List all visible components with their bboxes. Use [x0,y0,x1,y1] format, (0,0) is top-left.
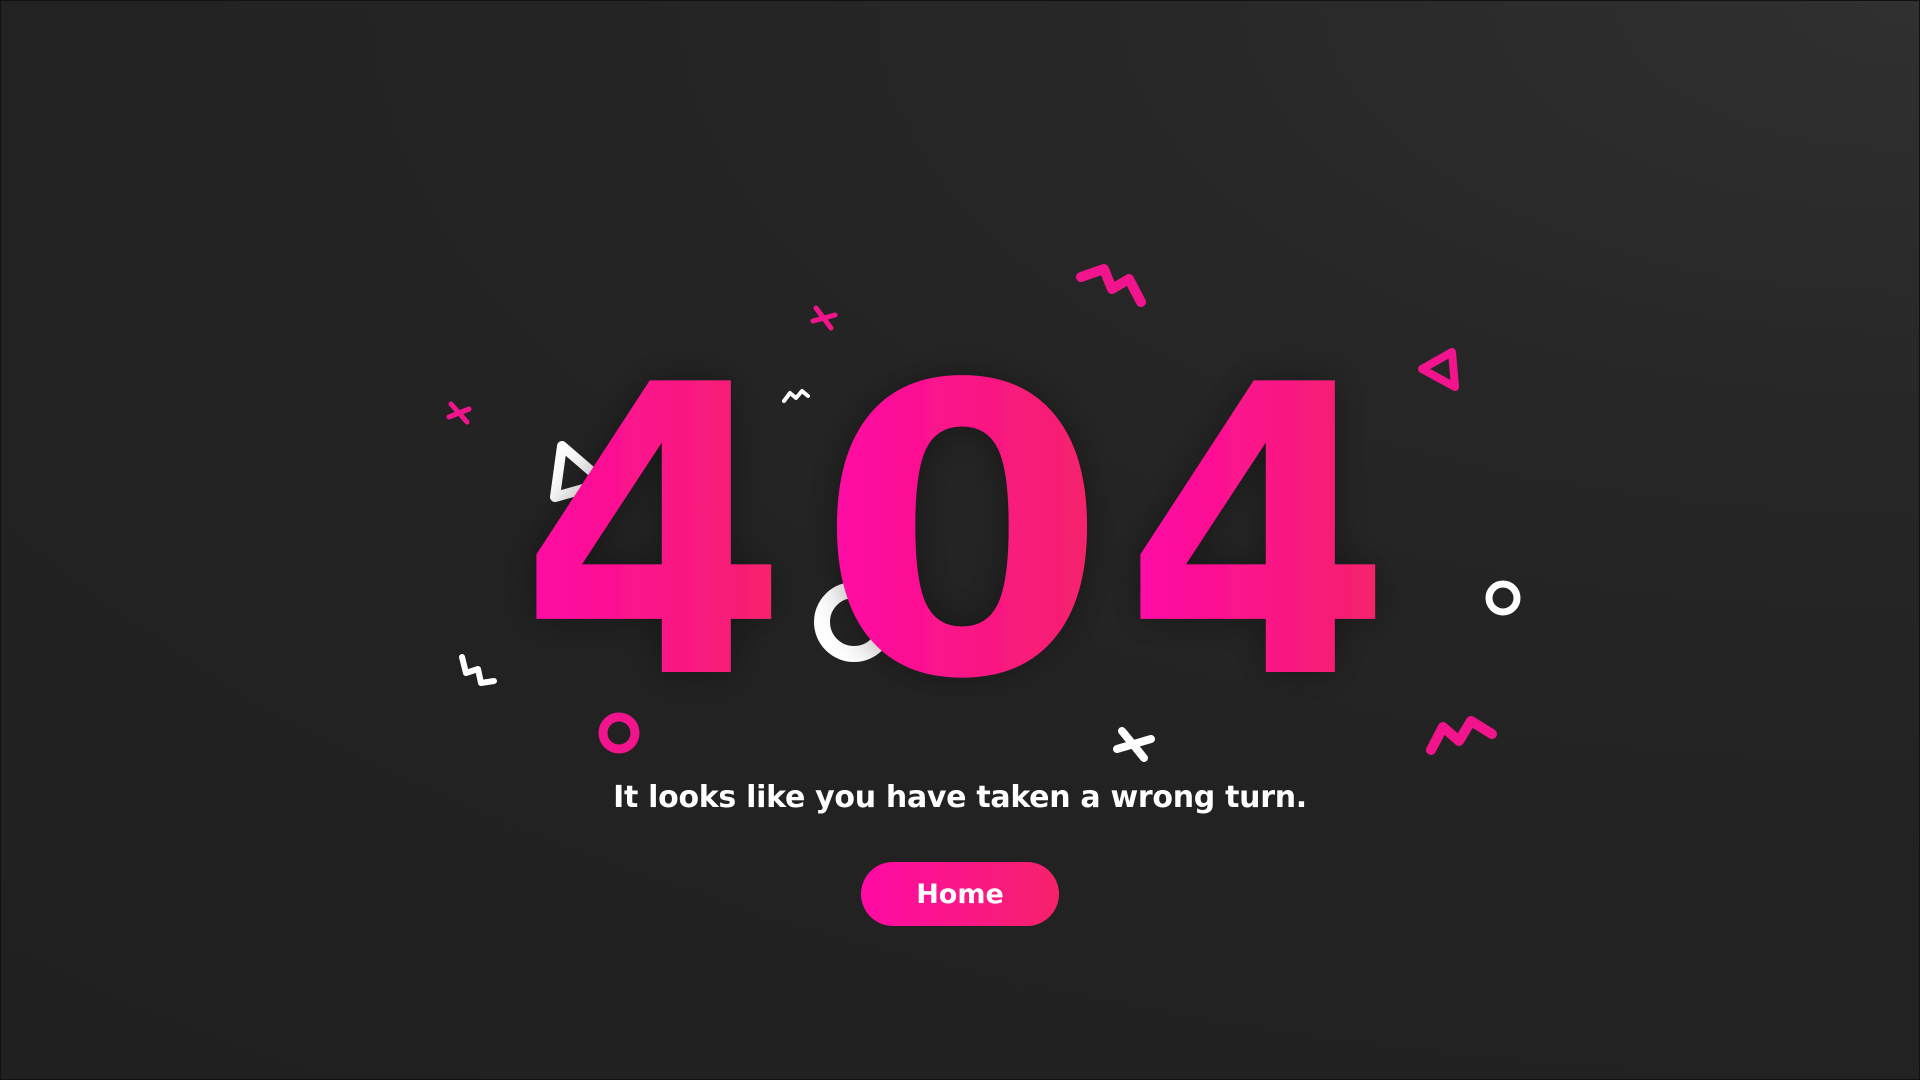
home-button[interactable]: Home [861,862,1059,926]
error-digit-1: 4 [519,302,789,767]
error-message: It looks like you have taken a wrong tur… [613,780,1307,815]
error-digit-3: 4 [1123,302,1393,767]
error-digit-2: 0 [817,302,1107,767]
